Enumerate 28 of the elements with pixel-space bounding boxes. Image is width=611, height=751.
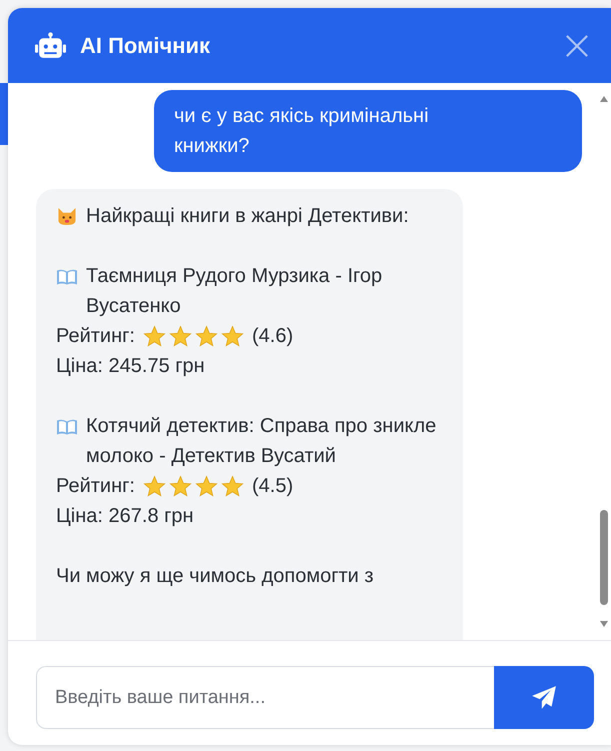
question-input[interactable]: Введіть ваше питання... xyxy=(36,666,494,729)
rating-value: (4.6) xyxy=(252,324,294,349)
star-icon xyxy=(194,324,218,348)
window-title: AI Помічник xyxy=(80,32,212,58)
star-icon xyxy=(142,474,166,498)
rating-value: (4.5) xyxy=(252,474,294,499)
robot-icon xyxy=(35,32,66,59)
book-icon xyxy=(56,267,78,286)
rating-label: Рейтинг: xyxy=(56,474,135,499)
follow-up-text: Чи можу я ще чимось допомогти з xyxy=(56,564,374,589)
book-title: Таємниця Рудого Мурзика - Ігор Вусатенко xyxy=(86,264,384,319)
book-title: Котячий детектив: Справа про зникле молоко - Детектив Вусатий xyxy=(86,414,438,469)
price-text: Ціна: 245.75 грн xyxy=(56,354,205,379)
close-icon[interactable] xyxy=(565,34,589,58)
rating-label: Рейтинг: xyxy=(56,324,135,349)
price-text: Ціна: 267.8 грн xyxy=(56,504,194,529)
user-message: чи є у вас якісь кримінальні книжки? xyxy=(154,90,582,172)
star-icon xyxy=(142,324,166,348)
intro-text: Найкращі книги в жанрі Детективи: xyxy=(86,204,409,229)
star-icon xyxy=(168,474,192,498)
cat-icon xyxy=(56,207,78,226)
star-icon xyxy=(168,324,192,348)
star-icon xyxy=(220,474,244,498)
send-icon xyxy=(531,684,557,710)
send-button[interactable] xyxy=(494,666,594,729)
star-icon xyxy=(194,474,218,498)
star-icon xyxy=(220,324,244,348)
book-icon xyxy=(56,417,78,436)
